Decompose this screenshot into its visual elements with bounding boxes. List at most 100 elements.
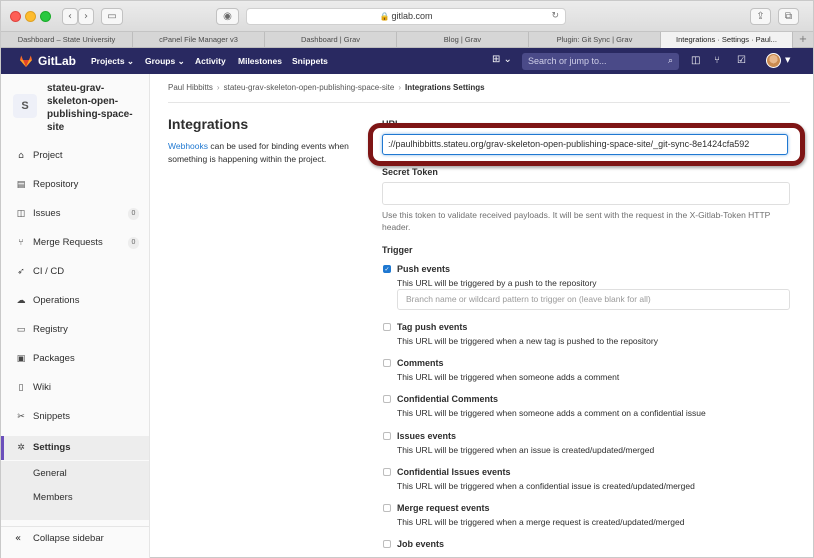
page-title: Integrations (168, 116, 249, 132)
new-tab-button[interactable]: + (793, 32, 813, 48)
package-icon: ▣ (16, 354, 26, 364)
chevron-down-icon[interactable]: ▼ (785, 56, 790, 64)
breadcrumb-project[interactable]: stateu-grav-skeleton-open-publishing-spa… (224, 83, 395, 92)
merge-request-icon[interactable]: ⑂ (714, 55, 720, 67)
integrations-description: Webhooks can be used for binding events … (168, 140, 358, 166)
sidebar-item-registry[interactable]: ▭ Registry (1, 318, 149, 342)
breadcrumb: Paul Hibbitts › stateu-grav-skeleton-open-… (168, 82, 485, 94)
trigger-name: Tag push events (397, 322, 468, 332)
address-bar[interactable]: 🔒 gitlab.com ↻ (246, 8, 566, 25)
breadcrumb-current[interactable]: Integrations Settings (405, 83, 485, 92)
book-icon: ▤ (16, 180, 26, 190)
sidebar-item-issues[interactable]: ◫ Issues 0 (1, 202, 149, 226)
comments-checkbox[interactable] (383, 359, 391, 367)
nav-snippets[interactable]: Snippets (292, 55, 328, 67)
sidebar-item-merge-requests[interactable]: ⑂ Merge Requests 0 (1, 231, 149, 255)
sidebar-item-ci-cd[interactable]: ➶ CI / CD (1, 260, 149, 284)
maximize-window-button[interactable] (40, 11, 51, 22)
sidebar-item-label: Issues (33, 208, 61, 219)
browser-tab[interactable]: Blog | Grav (397, 32, 529, 48)
double-chevron-left-icon: « (15, 533, 22, 544)
issues-icon[interactable]: ◫ (691, 55, 700, 67)
sidebar-item-label: Snippets (33, 411, 70, 422)
sidebar-item-settings[interactable]: ✲ Settings (1, 436, 149, 460)
search-icon: ⌕ (667, 56, 673, 66)
collapse-sidebar-button[interactable]: « Collapse sidebar (1, 526, 149, 550)
sidebar-item-label: CI / CD (33, 266, 65, 277)
trigger-name: Push events (397, 264, 451, 274)
gitlab-brand[interactable]: GitLab (38, 54, 76, 68)
sidebar-item-project[interactable]: ⌂ Project (1, 144, 149, 168)
share-button[interactable]: ⇪ (750, 8, 771, 25)
sidebar-item-wiki[interactable]: ▯ Wiki (1, 376, 149, 400)
trigger-description: This URL will be triggered when someone … (397, 408, 706, 418)
rocket-icon: ➶ (17, 267, 25, 277)
sidebar-toggle-button[interactable]: ▭ (101, 8, 123, 25)
browser-tab-active[interactable]: Integrations · Settings · Paul... (661, 32, 793, 48)
home-icon: ⌂ (18, 151, 24, 161)
trigger-description: This URL will be triggered when an issue… (397, 445, 655, 455)
minimize-window-button[interactable] (25, 11, 36, 22)
search-input[interactable]: Search or jump to... ⌕ (522, 53, 679, 70)
push-events-checkbox[interactable]: ✓ (383, 265, 391, 273)
confidential-issues-events-checkbox[interactable] (383, 468, 391, 476)
extension-button[interactable]: ◉ (216, 8, 239, 25)
webhooks-link[interactable]: Webhooks (168, 141, 208, 151)
nav-groups[interactable]: Groups ⌄ (145, 55, 185, 67)
trigger-name: Comments (397, 358, 444, 368)
nav-projects[interactable]: Projects ⌄ (91, 55, 134, 67)
divider (168, 102, 790, 103)
forward-button[interactable]: › (78, 8, 94, 25)
trigger-description: This URL will be triggered when a confid… (397, 481, 695, 491)
search-placeholder: Search or jump to... (528, 56, 607, 66)
secret-token-input[interactable] (382, 182, 790, 205)
job-events-checkbox[interactable] (383, 540, 391, 548)
collapse-sidebar-label: Collapse sidebar (33, 533, 104, 544)
sidebar-item-operations[interactable]: ☁ Operations (1, 289, 149, 313)
reload-icon[interactable]: ↻ (551, 9, 559, 24)
container-icon: ▭ (16, 325, 26, 335)
sidebar-item-label: Packages (33, 353, 75, 364)
back-button[interactable]: ‹ (62, 8, 78, 25)
close-window-button[interactable] (10, 11, 21, 22)
sidebar-item-repository[interactable]: ▤ Repository (1, 173, 149, 197)
gitlab-logo-icon[interactable] (19, 54, 33, 68)
sidebar-item-label: Project (33, 150, 63, 161)
extension-icon: ◉ (223, 11, 232, 22)
confidential-comments-checkbox[interactable] (383, 395, 391, 403)
project-avatar[interactable]: S (13, 94, 37, 118)
issues-icon: ◫ (16, 209, 26, 219)
tab-overview-button[interactable]: ⧉ (778, 8, 799, 25)
cloud-gear-icon: ☁ (16, 296, 26, 306)
browser-tab[interactable]: cPanel File Manager v3 (133, 32, 265, 48)
trigger-name: Issues events (397, 431, 457, 441)
todo-icon[interactable]: ☑ (737, 55, 746, 67)
tag-push-events-checkbox[interactable] (383, 323, 391, 331)
trigger-description: This URL will be triggered when a new ta… (397, 336, 658, 346)
share-icon: ⇪ (756, 11, 765, 22)
browser-tab[interactable]: Plugin: Git Sync | Grav (529, 32, 661, 48)
sidebar-item-label: Merge Requests (33, 237, 103, 248)
browser-toolbar: ‹ › ▭ ◉ 🔒 gitlab.com ↻ ⇪ ⧉ (1, 1, 813, 32)
issues-events-checkbox[interactable] (383, 432, 391, 440)
branch-filter-input[interactable]: Branch name or wildcard pattern to trigg… (397, 289, 790, 310)
trigger-description: This URL will be triggered when someone … (397, 372, 620, 382)
settings-sub-members[interactable]: Members (33, 491, 73, 505)
user-avatar[interactable] (766, 53, 781, 68)
new-item-icon[interactable]: ⊞ ⌄ (492, 54, 512, 65)
trigger-description: This URL will be triggered when a merge … (397, 517, 685, 527)
nav-milestones[interactable]: Milestones (238, 55, 282, 67)
wiki-icon: ▯ (18, 383, 24, 393)
merge-request-events-checkbox[interactable] (383, 504, 391, 512)
settings-sub-general[interactable]: General (33, 467, 67, 481)
breadcrumb-user[interactable]: Paul Hibbitts (168, 83, 213, 92)
tab-bar: Dashboard – State University cPanel File… (1, 32, 813, 48)
browser-tab[interactable]: Dashboard | Grav (265, 32, 397, 48)
browser-tab[interactable]: Dashboard – State University (1, 32, 133, 48)
project-name[interactable]: stateu-grav-skeleton-open-publishing-spa… (47, 82, 143, 134)
nav-activity[interactable]: Activity (195, 55, 226, 67)
gitlab-header: GitLab Projects ⌄ Groups ⌄ Activity Mile… (1, 48, 813, 74)
sidebar-item-packages[interactable]: ▣ Packages (1, 347, 149, 371)
sidebar-icon: ▭ (107, 11, 117, 22)
sidebar-item-snippets[interactable]: ✂ Snippets (1, 405, 149, 429)
